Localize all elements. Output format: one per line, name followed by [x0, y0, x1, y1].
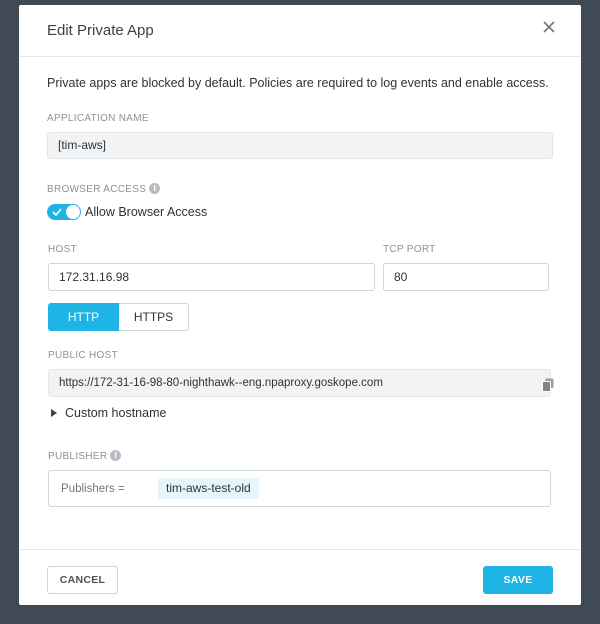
publisher-chip[interactable]: tim-aws-test-old: [158, 478, 259, 499]
browser-access-label: BROWSER ACCESS i: [47, 183, 161, 196]
https-option[interactable]: HTTPS: [119, 303, 189, 331]
public-host-field[interactable]: https://172-31-16-98-80-nighthawk--eng.n…: [48, 369, 551, 397]
publisher-label: PUBLISHER i: [48, 450, 122, 463]
custom-hostname-toggle[interactable]: Custom hostname: [51, 406, 166, 420]
application-name-value: [tim-aws]: [58, 138, 106, 152]
info-icon[interactable]: i: [110, 450, 122, 461]
host-input[interactable]: 172.31.16.98: [48, 263, 375, 291]
edit-private-app-modal: Edit Private App Private apps are blocke…: [19, 5, 581, 605]
browser-access-label-text: BROWSER ACCESS: [47, 184, 147, 196]
modal-header: Edit Private App: [19, 5, 581, 57]
application-name-field[interactable]: [tim-aws]: [47, 132, 553, 159]
tcp-port-label: TCP PORT: [383, 244, 436, 255]
tcp-port-value: 80: [394, 270, 408, 284]
application-name-label: APPLICATION NAME: [47, 113, 149, 124]
host-value: 172.31.16.98: [59, 270, 130, 284]
allow-browser-access-toggle[interactable]: [47, 204, 81, 220]
info-icon[interactable]: i: [149, 183, 161, 194]
http-option[interactable]: HTTP: [48, 303, 119, 331]
public-host-label: PUBLIC HOST: [48, 350, 118, 361]
allow-browser-access-label: Allow Browser Access: [85, 205, 208, 219]
cancel-button[interactable]: CANCEL: [47, 566, 118, 594]
copy-icon[interactable]: [542, 378, 554, 392]
save-button[interactable]: SAVE: [483, 566, 553, 594]
public-host-value: https://172-31-16-98-80-nighthawk--eng.n…: [59, 377, 383, 389]
modal-title: Edit Private App: [47, 22, 154, 39]
modal-description: Private apps are blocked by default. Pol…: [47, 76, 549, 90]
close-icon[interactable]: [539, 17, 559, 37]
modal-footer: CANCEL SAVE: [19, 549, 581, 606]
toggle-knob: [66, 205, 80, 219]
custom-hostname-label: Custom hostname: [65, 406, 167, 420]
caret-right-icon: [51, 409, 57, 417]
publisher-prefix: Publishers =: [61, 483, 125, 495]
tcp-port-input[interactable]: 80: [383, 263, 549, 291]
check-icon: [52, 208, 62, 217]
publisher-label-text: PUBLISHER: [48, 451, 108, 463]
host-label: HOST: [48, 244, 77, 255]
publisher-field[interactable]: Publishers = tim-aws-test-old: [48, 470, 551, 507]
